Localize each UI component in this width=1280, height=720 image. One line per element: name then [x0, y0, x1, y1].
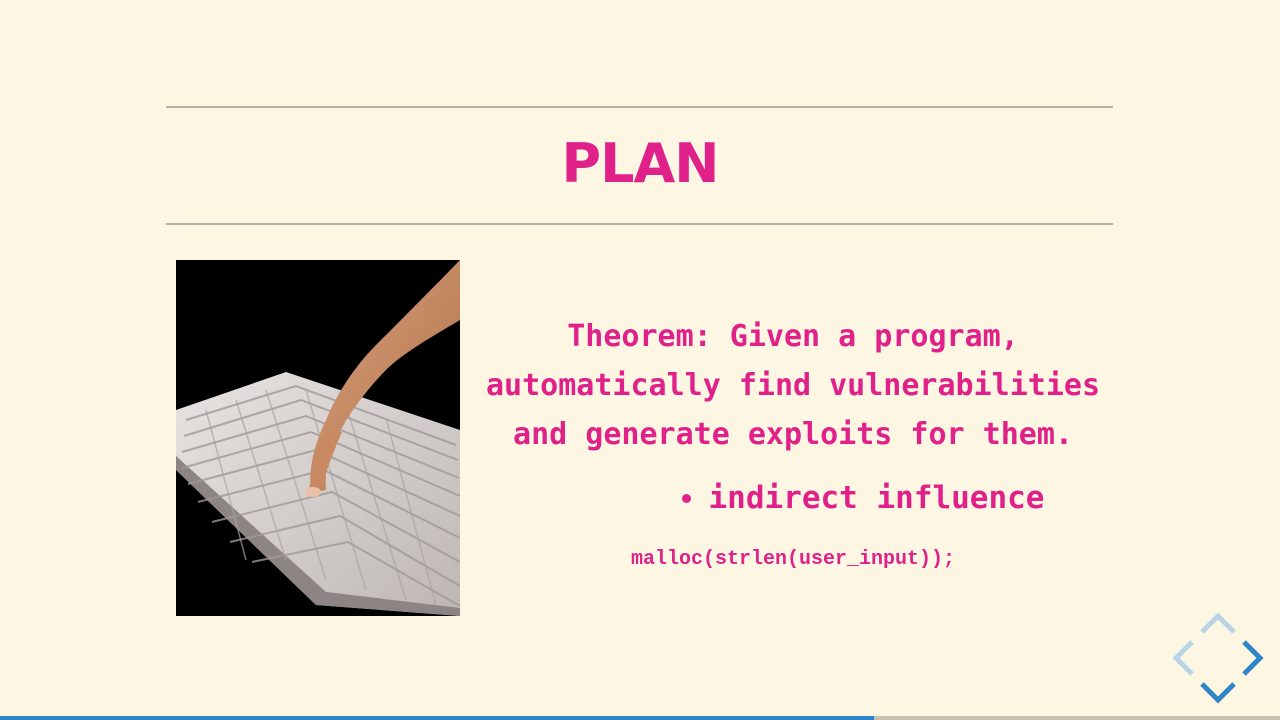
chevron-down-icon[interactable] — [1200, 682, 1236, 704]
theorem-text: Theorem: Given a program, automatically … — [485, 319, 1101, 452]
chevron-up-icon[interactable] — [1200, 612, 1236, 634]
slide: PLAN Theorem: Given a program, automatic… — [0, 0, 1280, 720]
title-bottom-rule — [166, 223, 1113, 225]
chevron-right-icon[interactable] — [1242, 640, 1264, 676]
slide-content: Theorem: Given a program, automatically … — [470, 312, 1116, 575]
bullet-dot-icon — [681, 493, 691, 503]
code-snippet: malloc(strlen(user_input)); — [630, 548, 956, 571]
keyboard-image — [176, 260, 460, 616]
progress-bar-fill — [0, 716, 875, 720]
progress-bar — [0, 716, 1280, 720]
keyboard-photo — [176, 260, 460, 616]
slide-title: PLAN — [561, 132, 720, 195]
chevron-left-icon[interactable] — [1172, 640, 1194, 676]
bullet-list: indirect influence — [470, 473, 1116, 523]
title-top-rule — [166, 106, 1113, 108]
slide-navigation — [1172, 612, 1264, 704]
bullet-text: indirect influence — [708, 480, 1045, 516]
list-item: indirect influence — [681, 473, 1045, 523]
